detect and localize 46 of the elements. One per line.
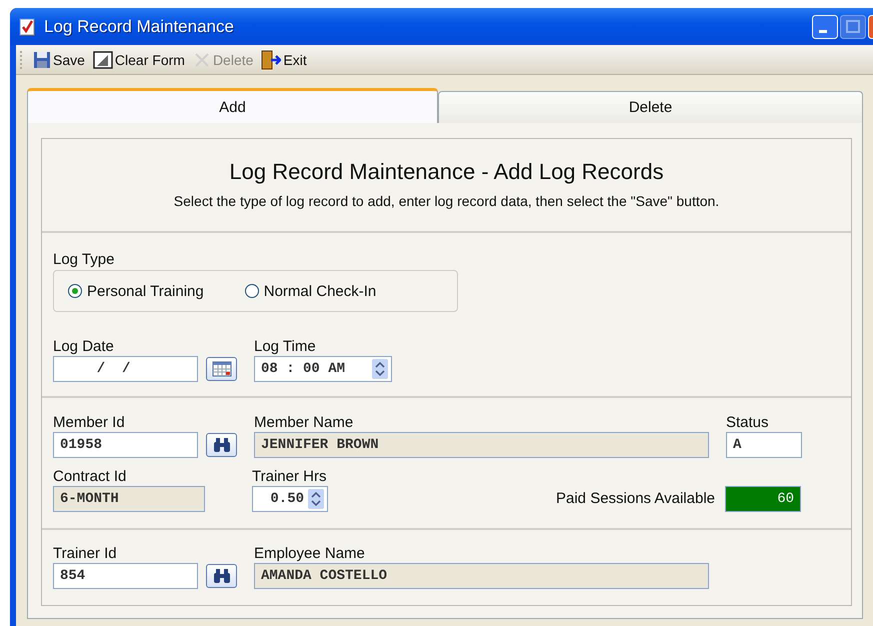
field-label: Employee Name [254, 545, 366, 562]
radio-button[interactable] [67, 283, 83, 299]
field-label: Paid Sessions Available [556, 490, 715, 507]
field-label: Trainer Hrs [252, 468, 328, 485]
radio-button[interactable] [244, 283, 260, 299]
toolbar-button[interactable]: Clear Form [90, 50, 187, 68]
minimize-button[interactable] [812, 14, 838, 38]
lookup-button[interactable] [206, 433, 237, 457]
trainer-hours-field[interactable]: 0.50 [252, 486, 328, 512]
trainer-id-field[interactable]: 854 [53, 563, 198, 589]
toolbar-button[interactable]: Save [31, 50, 87, 68]
checklist-icon [18, 18, 36, 36]
lookup-button[interactable] [206, 564, 237, 588]
field-label: Status [726, 414, 770, 431]
employee-name-field[interactable]: AMANDA COSTELLO [254, 563, 709, 589]
spinner-arrows-icon[interactable] [372, 359, 388, 379]
field-label: Trainer Id [53, 545, 118, 562]
door-icon [261, 50, 282, 70]
member-id-field[interactable]: 01958 [53, 432, 198, 458]
field-label: Log Date [53, 338, 115, 355]
form-icon [92, 50, 113, 68]
field-label: Member Id [53, 414, 126, 431]
spinner-arrows-icon[interactable] [308, 489, 324, 509]
contract-id-field[interactable]: 6-MONTH [53, 486, 205, 512]
tab[interactable]: Delete [438, 91, 863, 123]
toolbar-button[interactable]: Exit [259, 50, 309, 70]
calendar-icon [212, 361, 232, 377]
field-label: Member Name [254, 414, 354, 431]
field-label: Log Type [53, 251, 116, 268]
tab[interactable]: Add [27, 88, 438, 123]
radio-option[interactable]: Normal Check-In [244, 282, 376, 300]
x-icon [192, 50, 211, 68]
field-label: Contract Id [53, 468, 128, 485]
member-name-field[interactable]: JENNIFER BROWN [254, 432, 709, 458]
date-field[interactable]: / / [53, 356, 198, 382]
instructions-text: Select the type of log record to add, enter log record data, then select the "Save" button. [172, 193, 720, 209]
time-field[interactable]: 08 : 00 AM [254, 356, 392, 382]
field-label: Log Time [254, 338, 317, 355]
binoculars-icon [212, 568, 232, 584]
radio-option[interactable]: Personal Training [67, 282, 204, 300]
form-heading: Log Record Maintenance - Add Log Records [228, 159, 665, 185]
binoculars-icon [212, 437, 232, 453]
window-title: Log Record Maintenance [44, 16, 234, 36]
status-field[interactable]: A [726, 432, 802, 458]
calendar-button[interactable] [206, 357, 237, 381]
paid-sessions-field: 60 [725, 486, 801, 512]
